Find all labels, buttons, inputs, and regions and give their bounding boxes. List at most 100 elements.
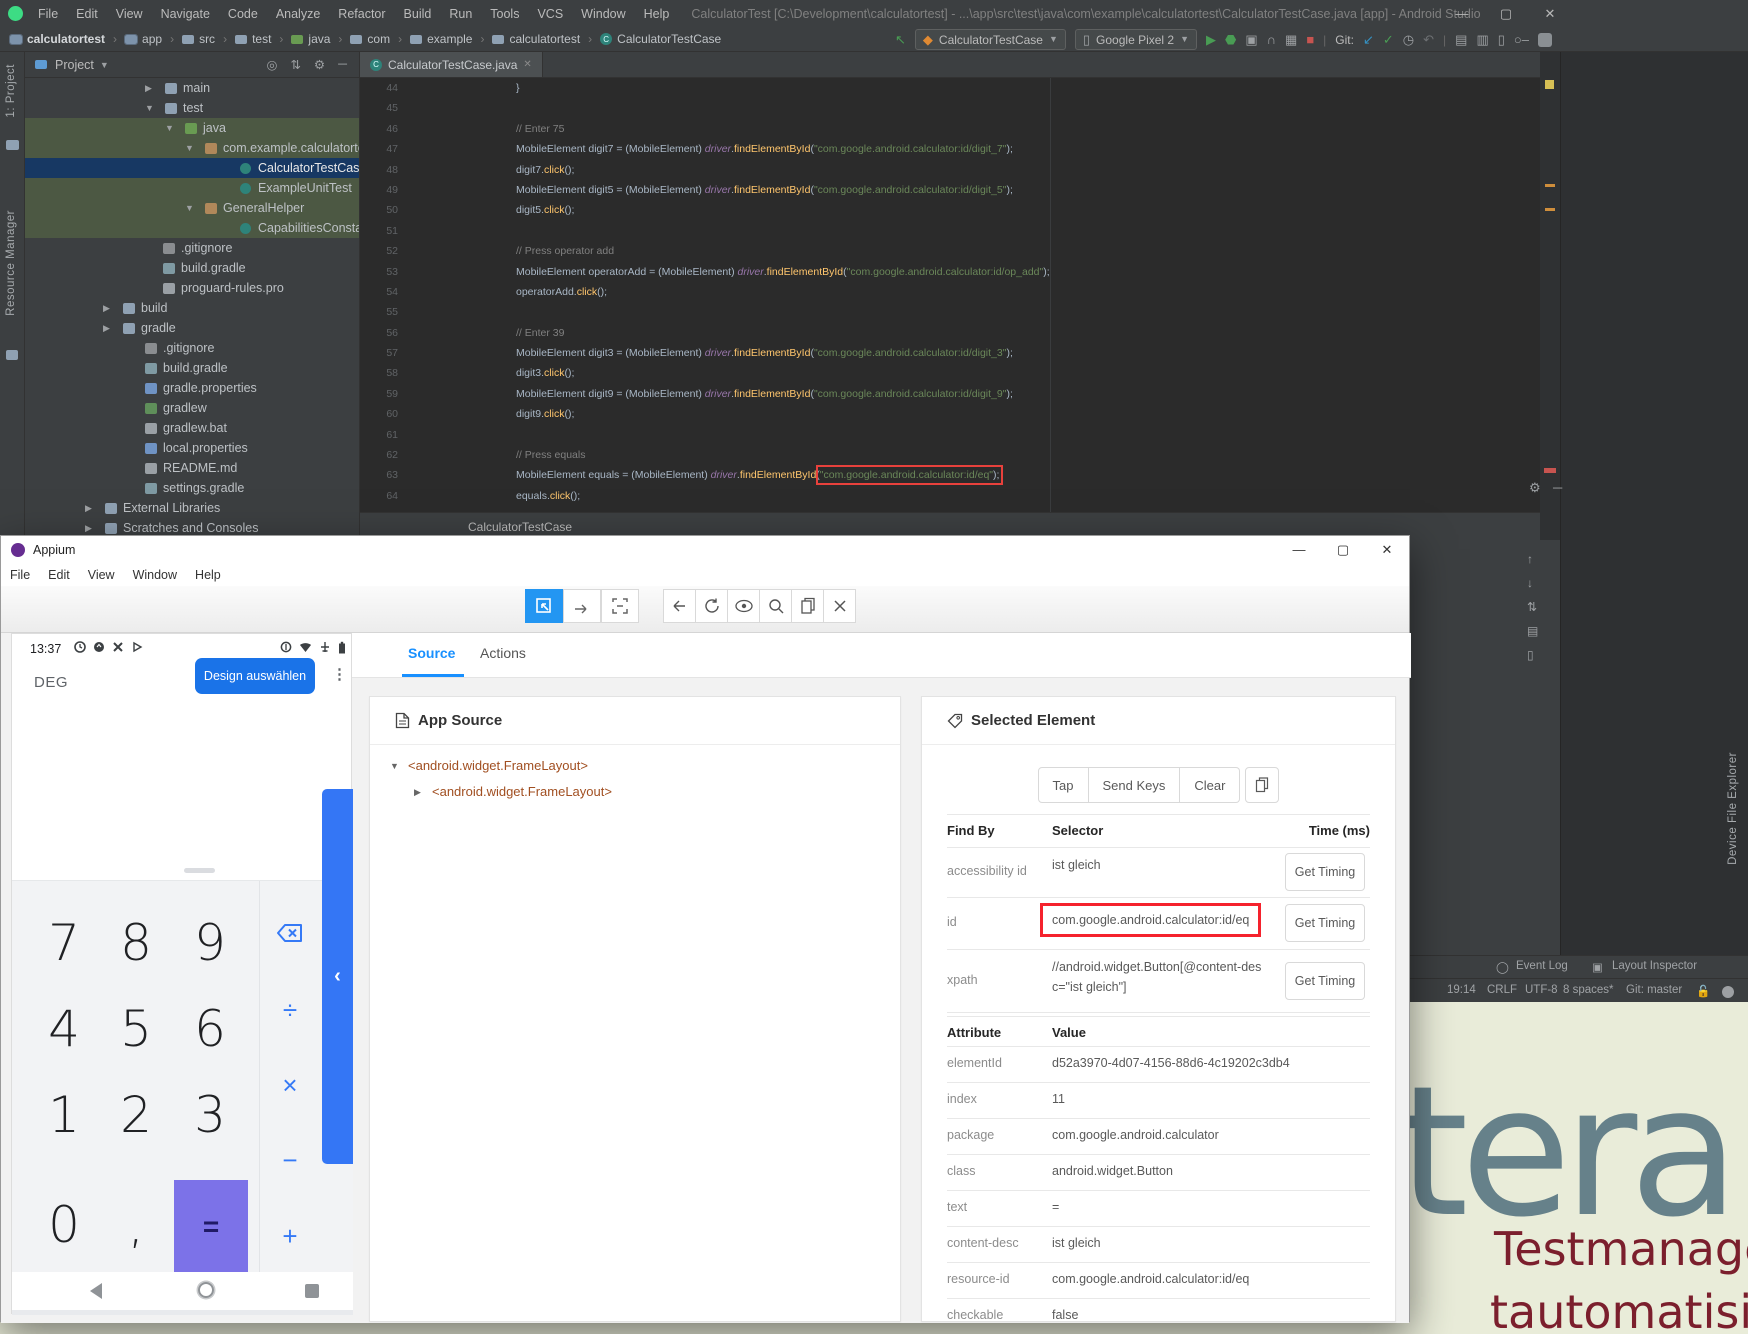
- project-tree-item[interactable]: build.gradle: [25, 358, 359, 378]
- line-separator[interactable]: CRLF: [1487, 984, 1517, 996]
- git-branch[interactable]: Git: master: [1626, 984, 1682, 996]
- studio-menu-analyze[interactable]: Analyze: [268, 5, 328, 23]
- advanced-pad-handle[interactable]: ‹: [322, 789, 353, 1164]
- studio-menu-tools[interactable]: Tools: [482, 5, 527, 23]
- editor-error-stripe[interactable]: [1540, 52, 1560, 540]
- send-keys-button[interactable]: Send Keys: [1089, 767, 1181, 803]
- chevron-right-icon[interactable]: ▶: [103, 298, 110, 318]
- chevron-down-icon[interactable]: ▼: [165, 118, 174, 138]
- studio-menu-vcs[interactable]: VCS: [529, 5, 571, 23]
- locate-file-icon[interactable]: ◎: [267, 57, 278, 72]
- search-icon[interactable]: ○–: [1514, 33, 1529, 46]
- select-element-button[interactable]: [525, 589, 563, 623]
- appium-menu-help[interactable]: Help: [186, 568, 230, 582]
- appium-menu-view[interactable]: View: [79, 568, 124, 582]
- project-tree-item[interactable]: build.gradle: [25, 258, 359, 278]
- git-history-clock-icon[interactable]: ◷: [1403, 33, 1414, 46]
- nav-recents-icon[interactable]: [305, 1284, 319, 1298]
- stripe-project-label[interactable]: 1: Project: [5, 64, 17, 118]
- project-tree-item[interactable]: ▼com.example.calculatortest: [25, 138, 359, 158]
- project-tree-item[interactable]: .gitignore: [25, 338, 359, 358]
- print-icon[interactable]: ▤: [1527, 624, 1538, 638]
- close-icon[interactable]: ✕: [523, 59, 531, 70]
- breadcrumb-item[interactable]: java: [291, 32, 330, 46]
- studio-menu-refactor[interactable]: Refactor: [330, 5, 393, 23]
- appium-close-button[interactable]: ✕: [1365, 536, 1409, 563]
- studio-menu-help[interactable]: Help: [636, 5, 678, 23]
- project-tree-item[interactable]: ▼java: [25, 118, 359, 138]
- project-tree-item[interactable]: gradlew: [25, 398, 359, 418]
- display-drag-handle[interactable]: [184, 868, 215, 873]
- lock-icon[interactable]: 🔓: [1696, 984, 1710, 998]
- breadcrumb-item[interactable]: calculatortest: [492, 32, 580, 46]
- studio-menu-view[interactable]: View: [108, 5, 151, 23]
- back-button[interactable]: [663, 589, 696, 623]
- chevron-right-icon[interactable]: ▶: [145, 78, 152, 98]
- project-tree-item[interactable]: proguard-rules.pro: [25, 278, 359, 298]
- git-rollback-icon[interactable]: ↶: [1423, 33, 1434, 46]
- backspace-key[interactable]: [270, 913, 310, 953]
- clear-icon[interactable]: ▯: [1527, 648, 1538, 662]
- run-config-dropdown[interactable]: ◆ CalculatorTestCase ▼: [915, 29, 1066, 50]
- studio-menu-window[interactable]: Window: [573, 5, 633, 23]
- digit-key-7[interactable]: 7: [32, 913, 96, 973]
- digit-key-2[interactable]: 2: [104, 1085, 168, 1145]
- digit-key-0[interactable]: 0: [32, 1195, 96, 1255]
- studio-menu-navigate[interactable]: Navigate: [153, 5, 218, 23]
- project-tree-item[interactable]: gradle.properties: [25, 378, 359, 398]
- swipe-by-coordinates-button[interactable]: [563, 589, 601, 623]
- studio-maximize-button[interactable]: ▢: [1484, 0, 1528, 27]
- device-file-explorer-tab[interactable]: Device File Explorer: [1727, 752, 1739, 865]
- device-dropdown[interactable]: ▯ Google Pixel 2 ▼: [1075, 29, 1197, 50]
- project-tree-item[interactable]: ▶main: [25, 78, 359, 98]
- source-tree-node[interactable]: ▼<android.widget.FrameLayout>: [370, 753, 900, 779]
- copy-xml-button[interactable]: [791, 589, 824, 623]
- minus-key[interactable]: −: [270, 1140, 310, 1180]
- gear-icon[interactable]: ⚙: [1529, 480, 1541, 496]
- chevron-down-icon[interactable]: ▼: [145, 98, 154, 118]
- digit-key-6[interactable]: 6: [178, 999, 242, 1059]
- project-tree-item[interactable]: settings.gradle: [25, 478, 359, 498]
- project-tree-item[interactable]: .gitignore: [25, 238, 359, 258]
- deg-mode-label[interactable]: DEG: [34, 674, 68, 691]
- hide-panel-icon[interactable]: ─: [1553, 480, 1562, 495]
- multiply-key[interactable]: ×: [270, 1065, 310, 1105]
- project-structure-icon[interactable]: ▤: [1455, 33, 1467, 46]
- chevron-right-icon[interactable]: ▶: [414, 779, 421, 805]
- event-log-button[interactable]: Event Log: [1516, 960, 1568, 972]
- attach-arrow-icon[interactable]: ↖: [895, 33, 906, 46]
- equals-key[interactable]: =: [174, 1180, 248, 1273]
- studio-menu-file[interactable]: File: [30, 5, 66, 23]
- get-timing-button[interactable]: Get Timing: [1285, 853, 1365, 891]
- studio-menu-edit[interactable]: Edit: [68, 5, 106, 23]
- file-encoding[interactable]: UTF-8: [1525, 984, 1558, 996]
- tap-by-coordinates-button[interactable]: [601, 589, 639, 623]
- scroll-both-icon[interactable]: ⇅: [1527, 600, 1538, 614]
- editor-tab[interactable]: C CalculatorTestCase.java ✕: [360, 52, 543, 77]
- project-tree-item[interactable]: ExampleUnitTest: [25, 178, 359, 198]
- debug-bug-icon[interactable]: ⬣: [1225, 33, 1236, 46]
- divide-key[interactable]: ÷: [270, 990, 310, 1030]
- project-tree-item[interactable]: README.md: [25, 458, 359, 478]
- caret-position[interactable]: 19:14: [1447, 984, 1476, 996]
- project-tree-item[interactable]: local.properties: [25, 438, 359, 458]
- clear-button[interactable]: Clear: [1180, 767, 1240, 803]
- get-timing-button[interactable]: Get Timing: [1285, 904, 1365, 942]
- tab-source[interactable]: Source: [408, 645, 455, 661]
- appium-menu-file[interactable]: File: [1, 568, 39, 582]
- appium-menu-window[interactable]: Window: [124, 568, 186, 582]
- git-update-icon[interactable]: ↙: [1363, 33, 1374, 46]
- indent-setting[interactable]: 8 spaces*: [1563, 984, 1614, 996]
- avd-manager-icon[interactable]: ▯: [1498, 33, 1505, 46]
- project-tree-item[interactable]: CapabilitiesConstants: [25, 218, 359, 238]
- project-tree-item[interactable]: ▶External Libraries: [25, 498, 359, 518]
- digit-key-5[interactable]: 5: [104, 999, 168, 1059]
- breadcrumb-item[interactable]: com: [350, 32, 390, 46]
- quit-session-button[interactable]: [823, 589, 856, 623]
- digit-key-comma[interactable]: ,: [104, 1195, 168, 1255]
- digit-key-4[interactable]: 4: [32, 999, 96, 1059]
- copy-attributes-button[interactable]: [1245, 767, 1279, 803]
- breadcrumb-item[interactable]: calculatortest: [10, 32, 105, 46]
- profiler-icon[interactable]: ∩: [1267, 33, 1276, 46]
- breadcrumb-item[interactable]: test: [235, 32, 271, 46]
